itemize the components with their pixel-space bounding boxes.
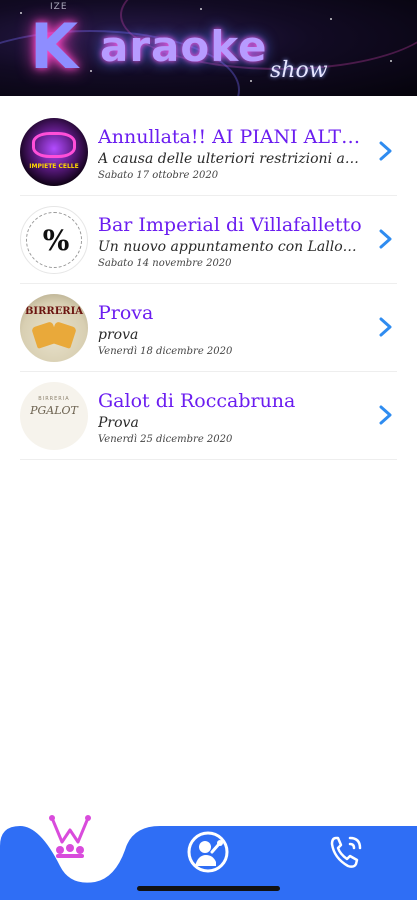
banner-star: [20, 12, 22, 14]
event-date: Venerdì 25 dicembre 2020: [98, 434, 233, 445]
event-row[interactable]: BIRRERIA Prova prova Venerdì 18 dicembre…: [20, 284, 397, 372]
event-row[interactable]: % Bar Imperial di Villafalletto Un nuovo…: [20, 196, 397, 284]
event-subtitle: prova: [98, 327, 139, 343]
event-title: Annullata!! AI PIANI ALTI di Villafallet…: [98, 126, 364, 148]
banner-logo-show: show: [270, 58, 328, 83]
chevron-right-icon: [379, 317, 392, 337]
phone-icon: [330, 836, 362, 868]
banner-star: [330, 18, 332, 20]
banner-logo-k: K: [30, 10, 79, 83]
banner-star: [390, 60, 392, 62]
event-list: IMPIETE CELLE Annullata!! AI PIANI ALTI …: [0, 108, 417, 460]
event-subtitle: A causa delle ulteriori restrizioni adot…: [98, 151, 364, 167]
event-thumbnail: BIRRERIA PGALOT: [20, 382, 88, 450]
beer-mug-icon: [49, 321, 77, 349]
event-date: Sabato 14 novembre 2020: [98, 258, 232, 269]
event-subtitle: Prova: [98, 415, 139, 431]
thumbnail-ring: [26, 212, 82, 268]
tab-karaoke[interactable]: [48, 812, 92, 860]
thumbnail-text: PGALOT: [30, 404, 78, 417]
event-title: Bar Imperial di Villafalletto: [98, 214, 362, 236]
event-row[interactable]: BIRRERIA PGALOT Galot di Roccabruna Prov…: [20, 372, 397, 460]
event-date: Venerdì 18 dicembre 2020: [98, 346, 233, 357]
chevron-right-icon: [379, 229, 392, 249]
banner-logo-text: araoke: [100, 22, 268, 71]
chevron-right-icon: [379, 405, 392, 425]
event-thumbnail: IMPIETE CELLE: [20, 118, 88, 186]
chevron-right-icon: [379, 141, 392, 161]
home-indicator[interactable]: [137, 886, 280, 891]
thumbnail-neon-ring: [32, 132, 76, 158]
header-banner: IZE K araoke show: [0, 0, 417, 96]
event-date: Sabato 17 ottobre 2020: [98, 170, 219, 181]
event-thumbnail: BIRRERIA: [20, 294, 88, 362]
event-title: Galot di Roccabruna: [98, 390, 296, 412]
banner-star: [250, 80, 252, 82]
banner-star: [90, 70, 92, 72]
thumbnail-text: IMPIETE CELLE: [29, 163, 79, 170]
event-subtitle: Un nuovo appuntamento con LalloSax: [98, 239, 364, 255]
thumbnail-subtext: BIRRERIA: [38, 396, 70, 402]
event-title: Prova: [98, 302, 154, 324]
banner-star: [200, 8, 202, 10]
karaoke-logo-icon: [49, 815, 91, 858]
event-row[interactable]: IMPIETE CELLE Annullata!! AI PIANI ALTI …: [20, 108, 397, 196]
tab-singer[interactable]: [186, 830, 230, 874]
singer-icon: [187, 831, 229, 873]
tab-contacts[interactable]: [326, 832, 370, 872]
event-thumbnail: %: [20, 206, 88, 274]
thumbnail-text: BIRRERIA: [24, 306, 84, 317]
